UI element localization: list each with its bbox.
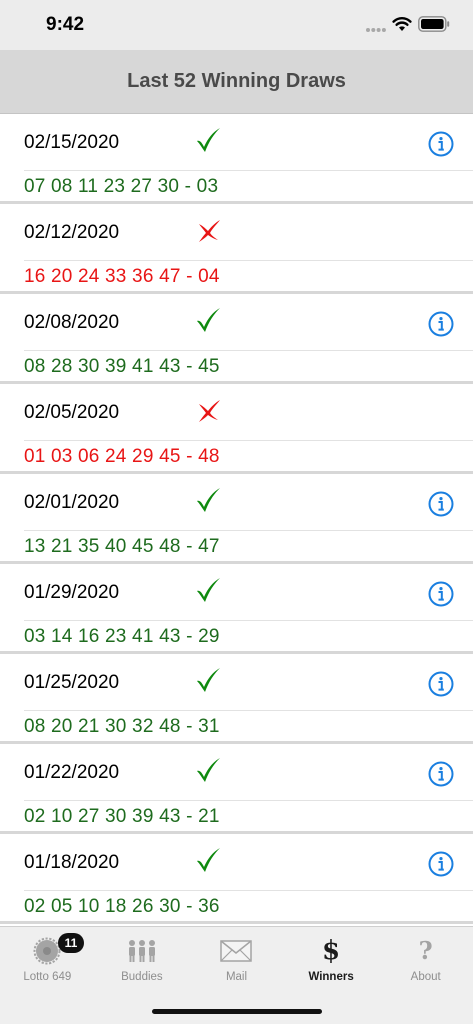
cross-icon xyxy=(194,396,222,424)
draw-row[interactable]: 01/29/2020 03 14 16 23 41 43 - 29 xyxy=(0,564,473,654)
draw-row[interactable]: 01/25/2020 08 20 21 30 32 48 - 31 xyxy=(0,654,473,744)
info-icon[interactable] xyxy=(428,131,454,157)
tab-mail[interactable]: Mail xyxy=(189,927,284,987)
nav-header: Last 52 Winning Draws xyxy=(0,50,473,114)
draw-numbers: 16 20 24 33 36 47 - 04 xyxy=(24,266,220,287)
draw-numbers: 13 21 35 40 45 48 - 47 xyxy=(24,536,220,557)
draw-date: 02/08/2020 xyxy=(24,312,120,333)
tab-label-about: About xyxy=(410,971,441,983)
draw-row[interactable]: 01/18/2020 02 05 10 18 26 30 - 36 xyxy=(0,834,473,924)
row-divider xyxy=(24,260,473,261)
info-icon[interactable] xyxy=(428,581,454,607)
wifi-icon xyxy=(392,17,412,31)
row-divider xyxy=(24,890,473,891)
tab-label-winners: Winners xyxy=(308,971,354,983)
tab-lotto-649[interactable]: 11 Lotto 649 xyxy=(0,927,95,987)
people-icon xyxy=(126,937,158,965)
checkmark-icon xyxy=(194,666,222,694)
draw-row[interactable]: 02/05/2020 01 03 06 24 29 45 - 48 xyxy=(0,384,473,474)
draw-numbers: 03 14 16 23 41 43 - 29 xyxy=(24,626,220,647)
checkmark-icon xyxy=(194,846,222,874)
lotto-badge: 11 xyxy=(58,933,84,953)
draw-numbers: 07 08 11 23 27 30 - 03 xyxy=(24,176,219,197)
tab-buddies[interactable]: Buddies xyxy=(95,927,190,987)
tab-winners[interactable]: $ Winners xyxy=(284,927,379,987)
draw-numbers: 02 05 10 18 26 30 - 36 xyxy=(24,896,220,917)
draw-date: 02/15/2020 xyxy=(24,132,120,153)
draw-numbers: 02 10 27 30 39 43 - 21 xyxy=(24,806,220,827)
signal-icon xyxy=(366,28,386,32)
battery-icon xyxy=(418,16,450,32)
draw-numbers: 08 20 21 30 32 48 - 31 xyxy=(24,716,220,737)
draw-row[interactable]: 02/15/2020 07 08 11 23 27 30 - 03 xyxy=(0,114,473,204)
draw-list[interactable]: 02/15/2020 07 08 11 23 27 30 - 03 02/12/20… xyxy=(0,114,473,926)
draw-row[interactable]: 02/08/2020 08 28 30 39 41 43 - 45 xyxy=(0,294,473,384)
draw-date: 01/22/2020 xyxy=(24,762,120,783)
row-divider xyxy=(24,440,473,441)
cross-icon xyxy=(194,216,222,244)
draw-row[interactable]: 01/22/2020 02 10 27 30 39 43 - 21 xyxy=(0,744,473,834)
status-bar: 9:42 xyxy=(0,0,473,50)
draw-date: 01/29/2020 xyxy=(24,582,120,603)
draw-date: 02/05/2020 xyxy=(24,402,120,423)
home-indicator xyxy=(152,1009,322,1014)
draw-numbers: 08 28 30 39 41 43 - 45 xyxy=(24,356,220,377)
tab-about[interactable]: ? About xyxy=(378,927,473,987)
tab-bar: 11 Lotto 649 Buddies Mail $ Winners ? Ab… xyxy=(0,926,473,1024)
draw-row[interactable]: 02/01/2020 13 21 35 40 45 48 - 47 xyxy=(0,474,473,564)
checkmark-icon xyxy=(194,306,222,334)
draw-date: 01/18/2020 xyxy=(24,852,120,873)
tab-label-lotto-649: Lotto 649 xyxy=(23,971,72,983)
status-time: 9:42 xyxy=(46,14,85,35)
tab-label-mail: Mail xyxy=(225,971,248,983)
row-divider xyxy=(24,350,473,351)
draw-row[interactable]: 02/12/2020 16 20 24 33 36 47 - 04 xyxy=(0,204,473,294)
draw-date: 02/12/2020 xyxy=(24,222,120,243)
draw-date: 02/01/2020 xyxy=(24,492,120,513)
info-icon[interactable] xyxy=(428,851,454,877)
row-divider xyxy=(24,620,473,621)
info-icon[interactable] xyxy=(428,671,454,697)
row-divider xyxy=(24,170,473,171)
checkmark-icon xyxy=(194,756,222,784)
info-icon[interactable] xyxy=(428,311,454,337)
checkmark-icon xyxy=(194,576,222,604)
dollar-icon: $ xyxy=(322,936,341,966)
page-title: Last 52 Winning Draws xyxy=(127,70,346,92)
row-divider xyxy=(24,800,473,801)
row-divider xyxy=(24,530,473,531)
info-icon[interactable] xyxy=(428,491,454,517)
envelope-icon xyxy=(220,937,253,965)
row-divider xyxy=(24,710,473,711)
tab-label-buddies: Buddies xyxy=(121,971,163,983)
draw-numbers: 01 03 06 24 29 45 - 48 xyxy=(24,446,220,467)
checkmark-icon xyxy=(194,126,222,154)
question-icon: ? xyxy=(418,936,433,965)
draw-date: 01/25/2020 xyxy=(24,672,120,693)
info-icon[interactable] xyxy=(428,761,454,787)
checkmark-icon xyxy=(194,486,222,514)
